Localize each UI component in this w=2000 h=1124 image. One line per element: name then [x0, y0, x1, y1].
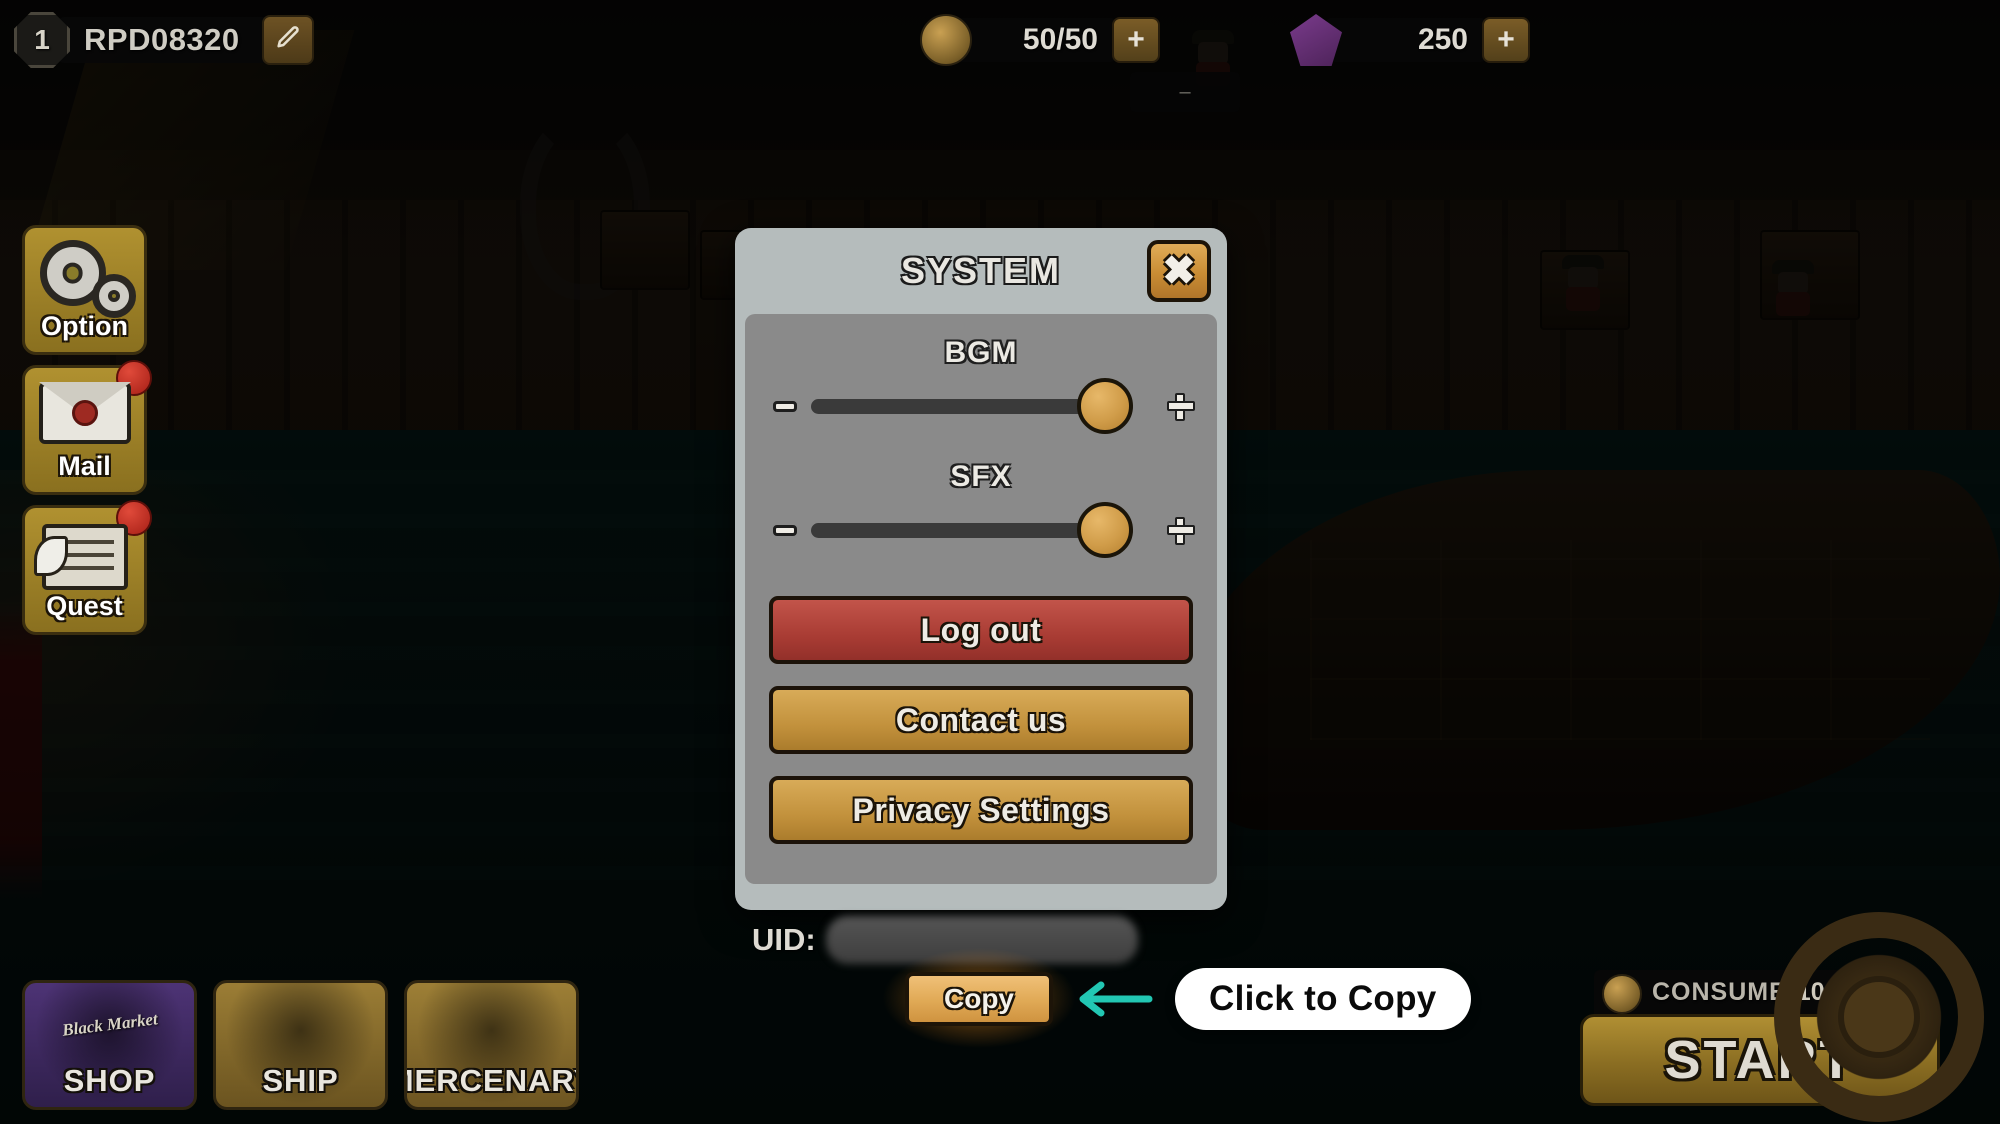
gem-value: 250 [1417, 23, 1468, 56]
bgm-plus-button[interactable] [1167, 393, 1195, 421]
nav-item-mercenary[interactable]: MERCENARY [404, 980, 579, 1110]
add-energy-button[interactable]: + [1112, 17, 1160, 63]
dialog-header: SYSTEM ✖ [745, 238, 1217, 314]
sidebar-item-quest[interactable]: Quest [22, 500, 152, 635]
nav-item-label: SHIP [262, 1063, 339, 1098]
bgm-slider[interactable] [811, 378, 1151, 434]
logout-button[interactable]: Log out [769, 596, 1193, 664]
player-nameplate[interactable]: 1 RPD08320 [14, 12, 314, 68]
ship-wheel-icon [1774, 912, 1984, 1122]
uid-label: UID: [752, 922, 816, 957]
bgm-slider-knob[interactable] [1077, 378, 1133, 434]
nav-item-ship[interactable]: SHIP [213, 980, 388, 1110]
player-level-badge: 1 [14, 12, 70, 68]
energy-coin-icon [1602, 974, 1642, 1014]
system-dialog: SYSTEM ✖ BGM SFX Log out Contact us Priv… [735, 228, 1227, 910]
nav-item-label: SHOP [63, 1063, 156, 1098]
copy-button-label: Copy [944, 983, 1014, 1014]
player-name-bar: RPD08320 [58, 15, 314, 65]
left-sidebar: Option Mail Quest [22, 225, 152, 645]
uid-value-redacted [825, 916, 1138, 964]
start-panel: CONSUME 10 START [1560, 912, 1984, 1122]
player-name: RPD08320 [84, 22, 240, 57]
bgm-minus-button[interactable] [773, 400, 797, 412]
nav-item-shop[interactable]: Black Market SHOP [22, 980, 197, 1110]
bgm-slider-row [769, 378, 1195, 434]
consume-label: CONSUME [1652, 977, 1787, 1006]
game-screen: 1 RPD08320 50/50 + 250 + – Option Mail Q… [0, 0, 2000, 1124]
edit-name-button[interactable] [261, 15, 314, 65]
sfx-slider-knob[interactable] [1077, 502, 1133, 558]
privacy-settings-button-label: Privacy Settings [852, 791, 1110, 828]
currency-gem: 250 + [1290, 14, 1530, 66]
uid-row: UID: [752, 916, 1138, 964]
energy-bar: 50/50 [956, 18, 1116, 62]
sfx-slider-label: SFX [950, 460, 1012, 493]
sidebar-item-mail[interactable]: Mail [22, 360, 152, 495]
contact-us-button-label: Contact us [895, 701, 1067, 738]
close-icon: ✖ [1162, 249, 1196, 293]
sfx-minus-button[interactable] [773, 524, 797, 536]
sidebar-item-option[interactable]: Option [22, 225, 147, 355]
gem-bar: 250 [1326, 18, 1486, 62]
add-gem-button[interactable]: + [1482, 17, 1530, 63]
hud-sub-chip: – [1130, 72, 1240, 112]
sidebar-item-label: Mail [58, 451, 111, 481]
currency-energy: 50/50 + [920, 14, 1160, 66]
quest-scroll-icon [33, 514, 128, 590]
sfx-slider[interactable] [811, 502, 1151, 558]
sidebar-item-label: Option [41, 311, 128, 341]
envelope-icon [38, 374, 131, 444]
close-button[interactable]: ✖ [1147, 240, 1211, 302]
copy-row: Copy Click to Copy [879, 946, 1471, 1050]
sfx-slider-row [769, 502, 1195, 558]
arrow-left-icon [1075, 979, 1153, 1019]
dialog-body: BGM SFX Log out Contact us Privacy Setti… [745, 314, 1217, 884]
bottom-nav: Black Market SHOP SHIP MERCENARY [22, 980, 579, 1110]
sfx-plus-button[interactable] [1167, 517, 1195, 545]
nav-item-label: MERCENARY [407, 1063, 576, 1098]
click-to-copy-tooltip: Click to Copy [1175, 968, 1471, 1030]
energy-value: 50/50 [1022, 23, 1098, 56]
logout-button-label: Log out [920, 611, 1042, 648]
copy-button[interactable]: Copy [905, 972, 1053, 1026]
top-hud: 1 RPD08320 50/50 + 250 + – [0, 0, 2000, 112]
bgm-slider-label: BGM [944, 336, 1018, 369]
privacy-settings-button[interactable]: Privacy Settings [769, 776, 1193, 844]
energy-coin-icon [920, 14, 972, 66]
click-to-copy-text: Click to Copy [1209, 979, 1437, 1018]
contact-us-button[interactable]: Contact us [769, 686, 1193, 754]
sidebar-item-label: Quest [46, 591, 123, 621]
pencil-icon [274, 24, 302, 57]
